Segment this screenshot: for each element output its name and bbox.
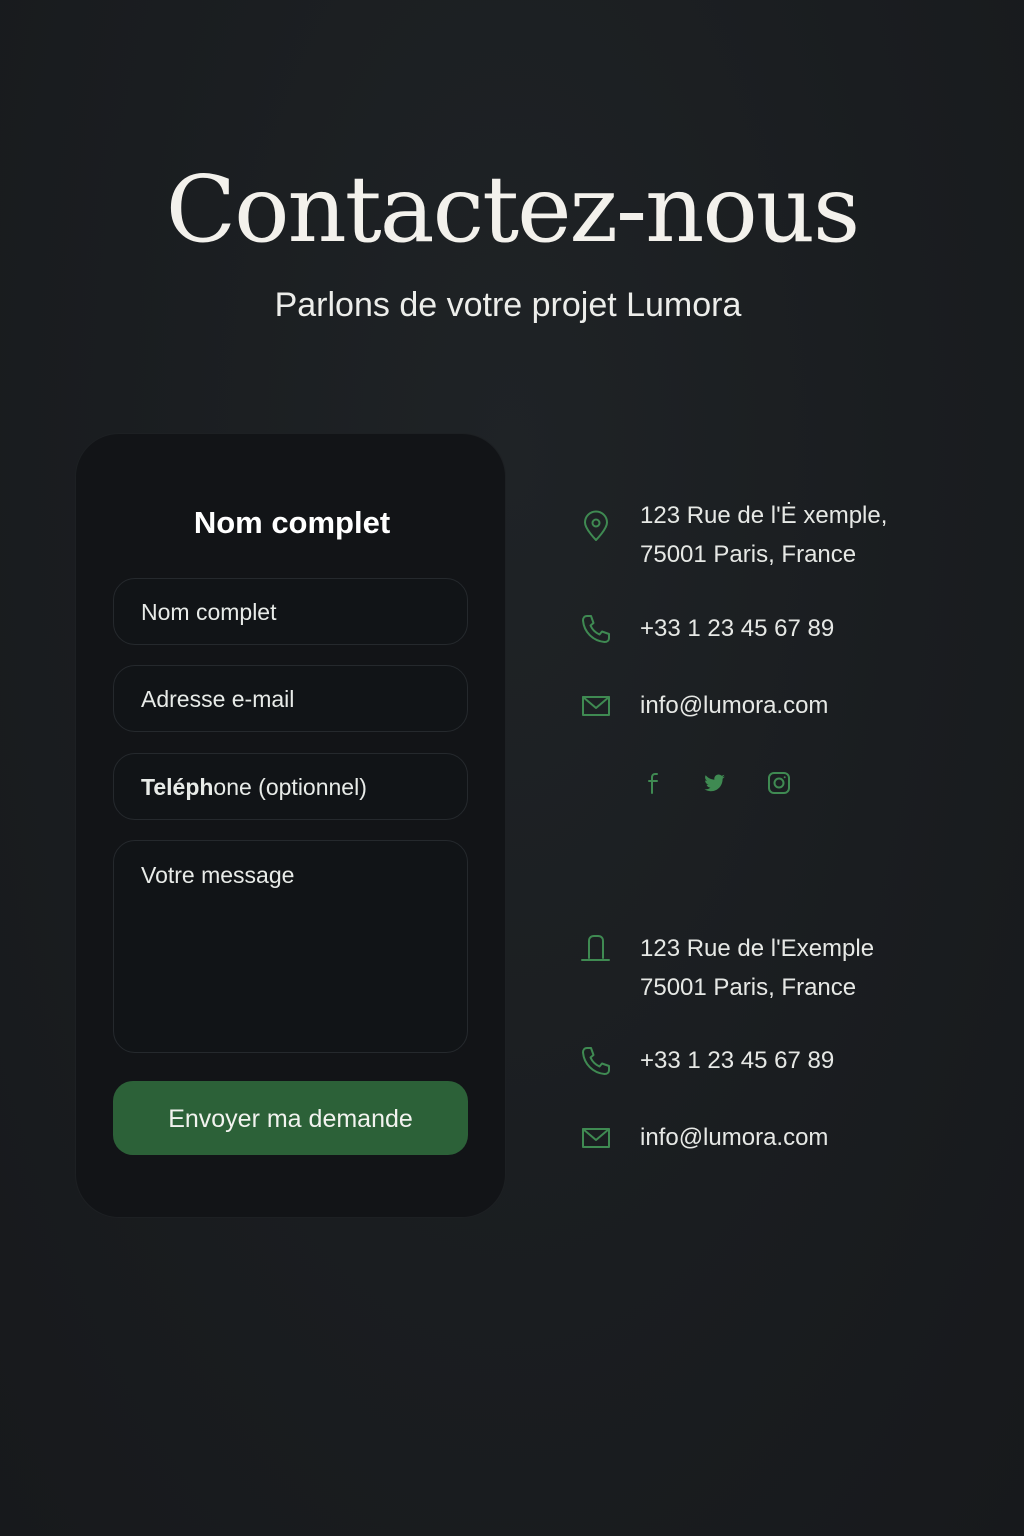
page-title: Contactez-nous [165,156,860,263]
form-heading: Nom complet [193,505,391,540]
secondary-address-line2: 75001 Paris, France [640,974,857,1001]
phone-placeholder-rest: one (optionnel) [213,774,367,800]
page-subtitle: Parlons de votre projet Lumora [274,286,742,324]
facebook-icon[interactable] [641,770,667,796]
mail-icon [582,1128,610,1148]
email-input[interactable]: Adresse e-mail [113,665,468,732]
building-icon [581,935,610,961]
phone-placeholder-bold: Teléph [141,774,214,800]
twitter-icon[interactable] [701,770,727,796]
primary-phone[interactable]: +33 1 23 45 67 89 [640,609,834,648]
primary-email[interactable]: info@lumora.com [640,686,828,725]
phone-icon [582,615,610,643]
primary-address-line1: 123 Rue de l'Ė xemple, [640,502,888,529]
secondary-phone[interactable]: +33 1 23 45 67 89 [640,1041,834,1080]
submit-button[interactable]: Envoyer ma demande [113,1081,468,1155]
phone-input[interactable]: Teléphone (optionnel) [113,753,468,820]
mail-icon [582,696,610,716]
secondary-email[interactable]: info@lumora.com [640,1118,828,1157]
primary-address-line2: 75001 Paris, France [640,541,857,568]
message-textarea[interactable]: Votre message [113,840,468,1053]
name-input[interactable]: Nom complet [113,578,468,645]
instagram-icon[interactable] [766,770,792,796]
location-pin-icon [584,510,608,541]
phone-icon [582,1047,610,1075]
secondary-address-line1: 123 Rue de l'Exemple [640,935,875,962]
